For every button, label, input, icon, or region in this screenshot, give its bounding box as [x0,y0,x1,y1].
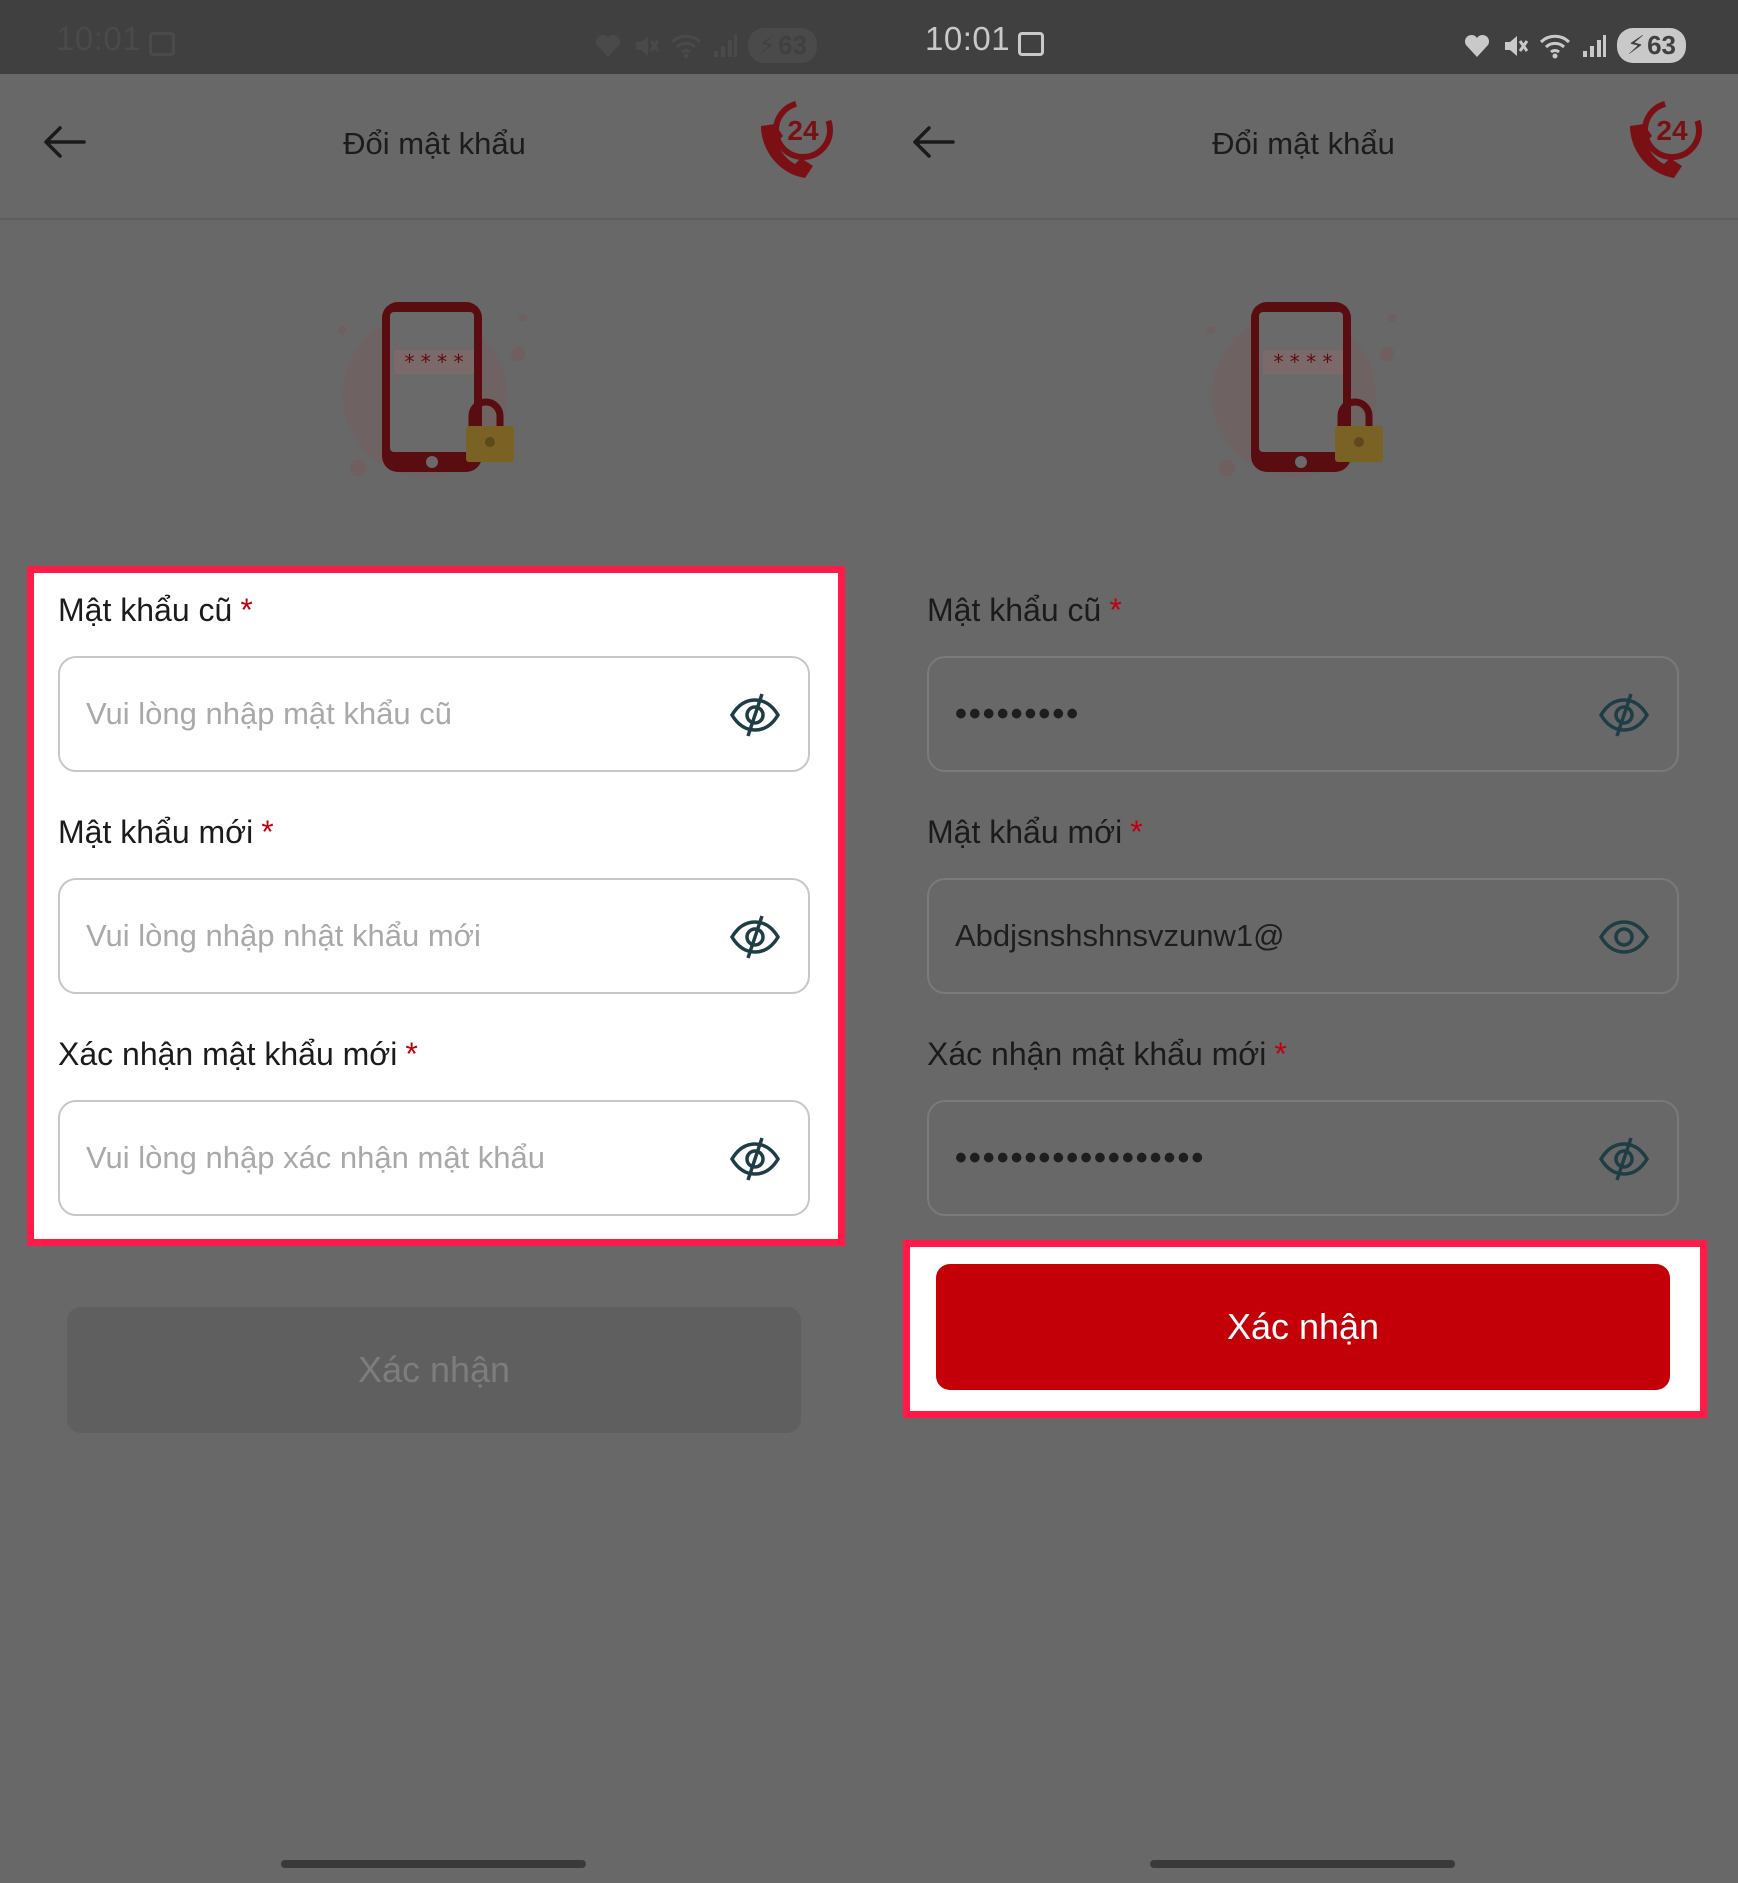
password-phone-illustration: * * * * [1199,290,1409,490]
status-time: 10:01 [925,20,1011,57]
confirm-password-field[interactable] [927,1100,1679,1216]
old-password-label: Mật khẩu cũ * [927,592,1122,628]
toggle-visibility-button[interactable] [728,688,782,742]
old-password-input[interactable] [86,658,686,770]
required-mark: * [1130,814,1143,850]
toggle-visibility-button[interactable] [728,910,782,964]
new-password-input[interactable] [955,880,1555,992]
toggle-visibility-button[interactable] [728,1132,782,1186]
toggle-visibility-button[interactable] [1597,1132,1651,1186]
status-icons: ⚡ 63 [1463,28,1686,63]
confirm-password-input[interactable] [86,1102,686,1214]
screen-filled-state: 10:01 ⚡ 63 Đổi mật khẩu 24 * * * * Mật k… [869,0,1738,1883]
mute-icon [1504,35,1529,56]
charging-icon: ⚡ [757,30,777,60]
eye-off-icon [1598,693,1650,737]
heart-icon [1464,34,1489,57]
screen-empty-state: 10:01 ⚡ 63 Đổi mật khẩu 24 * * * * Mật k… [0,0,869,1883]
svg-text:24: 24 [787,115,819,146]
svg-text:* * * *: * * * * [1273,350,1332,374]
confirm-password-label: Xác nhận mật khẩu mới * [927,1036,1287,1072]
confirm-password-label: Xác nhận mật khẩu mới * [58,1036,418,1072]
charging-icon: ⚡ [1626,30,1646,60]
battery-indicator: ⚡ 63 [747,28,817,63]
old-password-field[interactable] [927,656,1679,772]
phone-24-icon: 24 [1630,100,1702,178]
password-phone-illustration: * * * * [330,290,540,490]
new-password-field[interactable] [927,878,1679,994]
required-mark: * [261,814,274,850]
change-password-form: Mật khẩu cũ* Mật khẩu mới* Xác nhận mật … [927,590,1679,1256]
new-password-field[interactable] [58,878,810,994]
battery-level: 63 [778,30,807,60]
eye-off-icon [729,915,781,959]
screen-record-icon [1018,32,1044,56]
support-hotline-button[interactable]: 24 [751,96,841,186]
eye-off-icon [729,1137,781,1181]
old-password-input[interactable] [955,658,1555,770]
mute-icon [635,35,660,56]
submit-button-disabled[interactable]: Xác nhận [67,1307,801,1433]
required-mark: * [405,1036,418,1072]
confirm-password-field[interactable] [58,1100,810,1216]
status-icons: ⚡ 63 [594,28,817,63]
support-hotline-button[interactable]: 24 [1620,96,1710,186]
old-password-label: Mật khẩu cũ * [58,592,253,628]
status-bar: 10:01 ⚡ 63 [0,0,869,74]
page-title: Đổi mật khẩu [343,126,526,161]
svg-text:* * * *: * * * * [404,350,463,374]
status-bar: 10:01 ⚡ 63 [869,0,1738,74]
required-mark: * [1274,1036,1287,1072]
confirm-password-input[interactable] [955,1102,1555,1214]
svg-text:24: 24 [1656,115,1688,146]
signal-icon [713,34,737,57]
phone-24-icon: 24 [761,100,833,178]
signal-icon [1582,34,1606,57]
new-password-label: Mật khẩu mới * [927,814,1143,850]
eye-off-icon [729,693,781,737]
status-time: 10:01 [56,20,142,57]
wifi-icon [1539,34,1570,58]
home-indicator [1150,1860,1455,1868]
battery-indicator: ⚡ 63 [1616,28,1686,63]
old-password-field[interactable] [58,656,810,772]
eye-off-icon [1598,1137,1650,1181]
submit-button[interactable]: Xác nhận [936,1264,1670,1390]
change-password-form: Mật khẩu cũ* Mật khẩu mới* Xác nhận mật … [58,590,810,1256]
app-bar: Đổi mật khẩu 24 [0,74,869,220]
app-bar: Đổi mật khẩu 24 [869,74,1738,220]
page-title: Đổi mật khẩu [1212,126,1395,161]
required-mark: * [1109,592,1122,628]
toggle-visibility-button[interactable] [1597,910,1651,964]
battery-level: 63 [1647,30,1676,60]
heart-icon [595,34,620,57]
new-password-label: Mật khẩu mới * [58,814,274,850]
wifi-icon [670,34,701,58]
new-password-input[interactable] [86,880,686,992]
home-indicator [281,1860,586,1868]
eye-icon [1598,920,1650,954]
toggle-visibility-button[interactable] [1597,688,1651,742]
screen-record-icon [149,32,175,56]
required-mark: * [240,592,253,628]
